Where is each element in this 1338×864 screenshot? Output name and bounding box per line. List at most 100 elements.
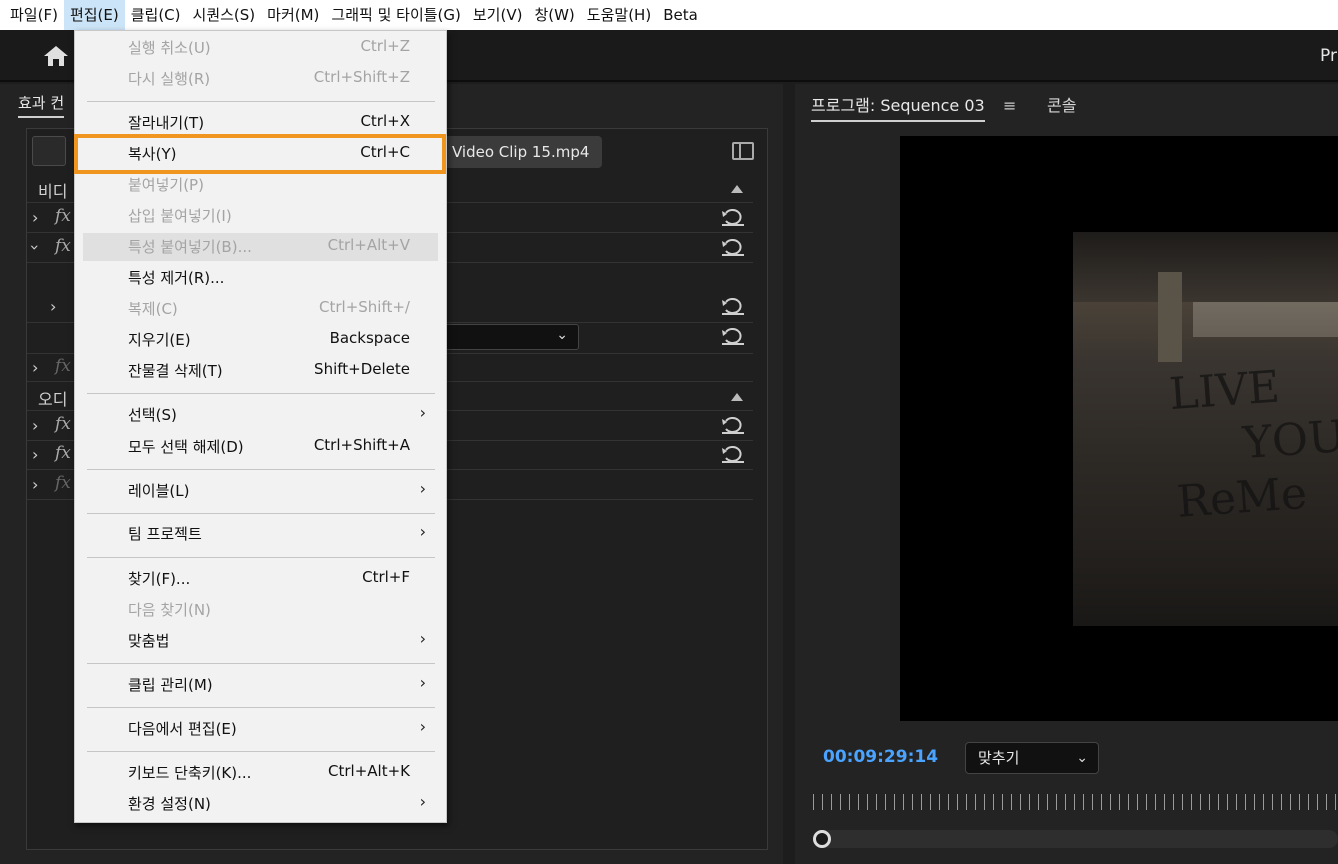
menu-item-keyboard-shortcuts[interactable]: 키보드 단축키(K)... Ctrl+Alt+K xyxy=(75,759,446,787)
menu-separator xyxy=(87,393,435,394)
menu-item-undo[interactable]: 실행 취소(U) Ctrl+Z xyxy=(75,34,446,62)
scrub-bar[interactable] xyxy=(813,830,1338,848)
menu-separator xyxy=(87,469,435,470)
menu-item-label-submenu[interactable]: 레이블(L) › xyxy=(75,477,446,505)
menu-item-find[interactable]: 찾기(F)... Ctrl+F xyxy=(75,565,446,593)
tab-effect-controls[interactable]: 효과 컨 xyxy=(18,92,65,118)
menu-item-label: 찾기(F)... xyxy=(128,570,191,588)
chevron-right-icon[interactable]: › xyxy=(32,358,38,377)
fx-icon[interactable]: fx xyxy=(55,236,71,256)
home-icon[interactable] xyxy=(42,44,70,68)
tab-program[interactable]: 프로그램: Sequence 03 xyxy=(811,92,985,122)
menu-item-label: 키보드 단축키(K)... xyxy=(128,764,252,782)
menu-item-clear[interactable]: 지우기(E) Backspace xyxy=(75,326,446,354)
menu-separator xyxy=(87,101,435,102)
zoom-fit-label: 맞추기 xyxy=(978,749,1020,767)
reset-icon[interactable] xyxy=(720,209,746,227)
property-dropdown[interactable]: ⌄ xyxy=(440,324,579,350)
menu-item-paste[interactable]: 붙여넣기(P) xyxy=(75,171,446,199)
fx-icon[interactable]: fx xyxy=(55,414,71,434)
chevron-right-icon: › xyxy=(419,522,426,541)
reset-icon[interactable] xyxy=(720,417,746,435)
reset-icon[interactable] xyxy=(720,328,746,346)
clip-thumbnail-icon[interactable] xyxy=(32,136,66,166)
menu-item-preferences[interactable]: 환경 설정(N) › xyxy=(75,790,446,818)
chevron-right-icon: › xyxy=(419,792,426,811)
menu-item-label: 잔물결 삭제(T) xyxy=(128,362,223,380)
chevron-down-icon[interactable]: › xyxy=(26,244,45,250)
reset-icon[interactable] xyxy=(720,298,746,316)
playhead-handle[interactable] xyxy=(813,830,831,848)
menu-item-shortcut: Backspace xyxy=(329,329,410,347)
menu-item-label: 환경 설정(N) xyxy=(128,795,211,813)
menu-help[interactable]: 도움말(H) xyxy=(581,0,657,30)
menu-graphics-titles[interactable]: 그래픽 및 타이틀(G) xyxy=(325,0,466,30)
collapse-audio-icon[interactable] xyxy=(731,393,743,401)
menu-clip[interactable]: 클립(C) xyxy=(125,0,187,30)
menu-item-label: 특성 제거(R)... xyxy=(128,269,225,287)
menu-item-label: 특성 붙여넣기(B)... xyxy=(128,238,252,256)
menu-beta[interactable]: Beta xyxy=(657,0,704,30)
menu-item-ripple-delete[interactable]: 잔물결 삭제(T) Shift+Delete xyxy=(75,357,446,385)
frame-pillar xyxy=(1158,272,1182,362)
menu-item-redo[interactable]: 다시 실행(R) Ctrl+Shift+Z xyxy=(75,65,446,93)
panel-toggle-icon[interactable] xyxy=(732,142,754,160)
panel-menu-icon[interactable]: ≡ xyxy=(1003,96,1016,115)
menu-file[interactable]: 파일(F) xyxy=(4,0,64,30)
menu-item-find-next[interactable]: 다음 찾기(N) xyxy=(75,596,446,624)
clip-name-dropdown[interactable]: Video Clip 15.mp4 xyxy=(440,136,602,168)
fx-icon[interactable]: fx xyxy=(55,443,71,463)
time-ruler[interactable] xyxy=(813,794,1338,810)
menu-item-duplicate[interactable]: 복제(C) Ctrl+Shift+/ xyxy=(75,295,446,323)
menu-item-cut[interactable]: 잘라내기(T) Ctrl+X xyxy=(75,109,446,137)
menu-item-deselect-all[interactable]: 모두 선택 해제(D) Ctrl+Shift+A xyxy=(75,433,446,461)
menu-view[interactable]: 보기(V) xyxy=(467,0,529,30)
menu-item-label: 삽입 붙여넣기(I) xyxy=(128,207,232,225)
menu-separator xyxy=(87,513,435,514)
menu-item-label: 팀 프로젝트 xyxy=(128,525,202,543)
menu-item-shortcut: Ctrl+Z xyxy=(360,37,410,55)
fx-icon[interactable]: fx xyxy=(55,473,71,493)
tab-console[interactable]: 콘솔 xyxy=(1047,92,1076,116)
menu-item-shortcut: Ctrl+Alt+K xyxy=(328,762,410,780)
menu-item-shortcut: Shift+Delete xyxy=(314,360,410,378)
menu-item-label: 레이블(L) xyxy=(128,482,190,500)
menu-item-label: 실행 취소(U) xyxy=(128,39,211,57)
menu-separator xyxy=(87,557,435,558)
fx-icon[interactable]: fx xyxy=(55,356,71,376)
fx-icon[interactable]: fx xyxy=(55,206,71,226)
menu-separator xyxy=(87,663,435,664)
graffiti-text: LIVE YOU ReMe xyxy=(1168,356,1338,530)
menu-window[interactable]: 창(W) xyxy=(528,0,580,30)
reset-icon[interactable] xyxy=(720,446,746,464)
chevron-right-icon[interactable]: › xyxy=(32,475,38,494)
menu-item-paste-insert[interactable]: 삽입 붙여넣기(I) xyxy=(75,202,446,230)
program-monitor-panel: 프로그램: Sequence 03 ≡ 콘솔 LIVE YOU ReMe 00:… xyxy=(795,84,1338,864)
menu-item-clip-management[interactable]: 클립 관리(M) › xyxy=(75,671,446,699)
menu-item-team-projects[interactable]: 팀 프로젝트 › xyxy=(75,520,446,548)
chevron-right-icon[interactable]: › xyxy=(32,208,38,227)
chevron-right-icon: › xyxy=(419,717,426,736)
chevron-right-icon[interactable]: › xyxy=(32,445,38,464)
menu-item-remove-attributes[interactable]: 특성 제거(R)... xyxy=(75,264,446,292)
menu-item-edit-in[interactable]: 다음에서 편집(E) › xyxy=(75,715,446,743)
program-monitor-viewer[interactable]: LIVE YOU ReMe xyxy=(900,136,1338,721)
menu-item-select[interactable]: 선택(S) › xyxy=(75,401,446,429)
collapse-video-icon[interactable] xyxy=(731,185,743,193)
menu-item-shortcut: Ctrl+Alt+V xyxy=(327,236,410,254)
menu-item-shortcut: Ctrl+Shift+A xyxy=(313,436,410,454)
menu-item-shortcut: Ctrl+F xyxy=(362,568,410,586)
menu-separator xyxy=(87,707,435,708)
chevron-right-icon[interactable]: › xyxy=(50,297,56,316)
chevron-right-icon[interactable]: › xyxy=(32,416,38,435)
zoom-fit-dropdown[interactable]: 맞추기 ⌄ xyxy=(965,742,1099,774)
menu-sequence[interactable]: 시퀀스(S) xyxy=(187,0,262,30)
menu-marker[interactable]: 마커(M) xyxy=(261,0,325,30)
menu-item-paste-attributes[interactable]: 특성 붙여넣기(B)... Ctrl+Alt+V xyxy=(83,233,438,261)
menu-edit[interactable]: 편집(E) xyxy=(63,0,125,30)
app-title-fragment: Pr xyxy=(1320,46,1337,66)
reset-icon[interactable] xyxy=(720,239,746,257)
menu-item-label: 잘라내기(T) xyxy=(128,114,205,132)
menu-item-spelling[interactable]: 맞춤법 › xyxy=(75,627,446,655)
playhead-timecode[interactable]: 00:09:29:14 xyxy=(823,747,938,767)
